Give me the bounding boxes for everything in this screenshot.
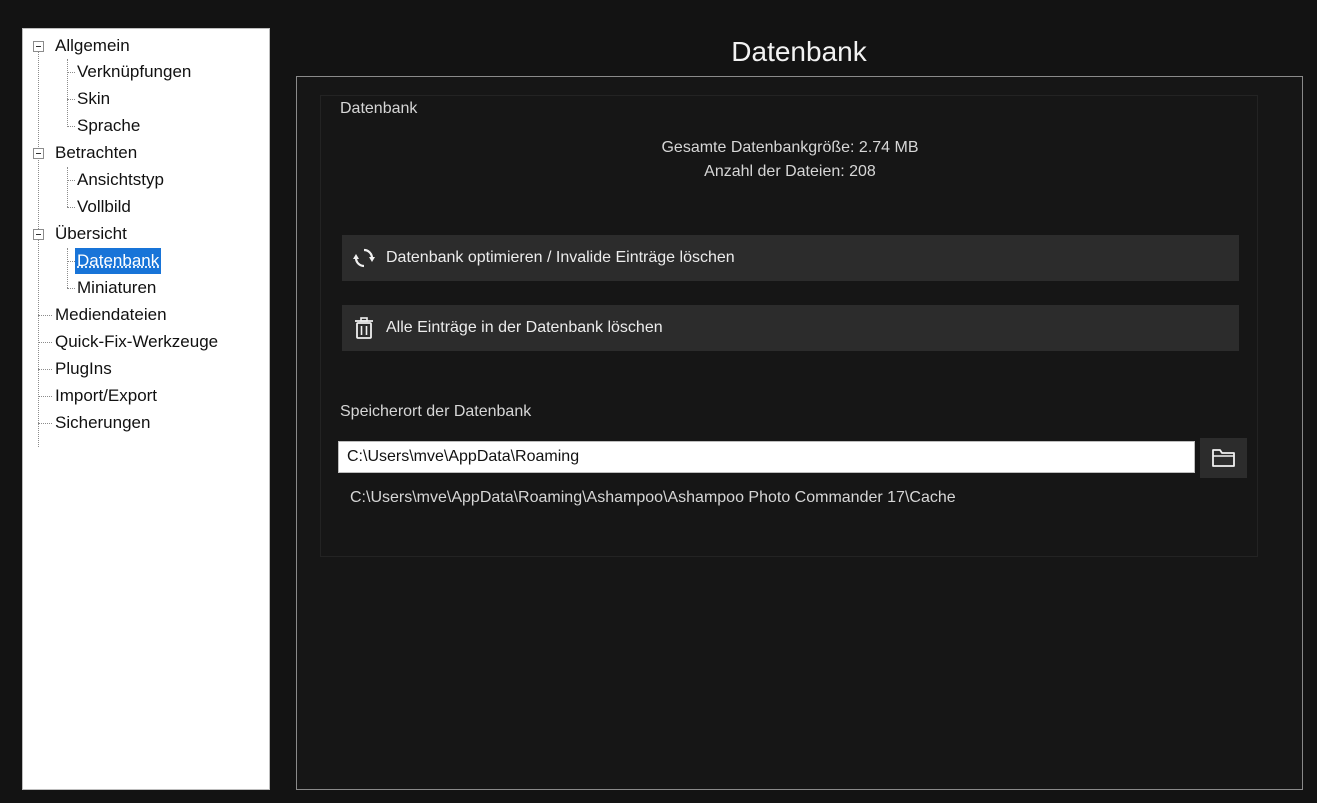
browse-folder-button[interactable]	[1200, 438, 1247, 478]
tree-item-plugins[interactable]: PlugIns	[23, 356, 269, 382]
tree-guide-line	[67, 261, 75, 262]
tree-guide-line	[67, 126, 75, 127]
tree-item-betrachten[interactable]: Betrachten	[23, 140, 269, 166]
tree-item-sicherungen[interactable]: Sicherungen	[23, 410, 269, 436]
tree-item-label: Übersicht	[55, 224, 127, 243]
page-title: Datenbank	[731, 36, 867, 67]
delete-all-entries-label: Alle Einträge in der Datenbank löschen	[386, 319, 663, 336]
tree-item-allgemein[interactable]: Allgemein	[23, 33, 269, 59]
file-count-text: Anzahl der Dateien: 208	[704, 163, 876, 180]
tree-guide-line	[38, 342, 52, 343]
tree-item-label: Miniaturen	[77, 278, 157, 297]
full-database-path: C:\Users\mve\AppData\Roaming\Ashampoo\As…	[350, 489, 956, 506]
tree-guide-line	[67, 180, 75, 181]
settings-window: Allgemein Verknüpfungen Skin Sprache Bet…	[0, 0, 1317, 803]
tree-item-label: Vollbild	[77, 197, 131, 216]
folder-icon	[1212, 449, 1235, 467]
tree-item-quick-fix[interactable]: Quick-Fix-Werkzeuge	[23, 329, 269, 355]
trash-icon	[355, 317, 373, 339]
tree-item-skin[interactable]: Skin	[23, 86, 269, 112]
tree-item-verknuepfungen[interactable]: Verknüpfungen	[23, 59, 269, 85]
database-location-input[interactable]	[338, 441, 1195, 473]
optimize-database-button[interactable]: Datenbank optimieren / Invalide Einträge…	[342, 235, 1239, 281]
tree-item-label: Mediendateien	[55, 305, 167, 324]
tree-item-label: Ansichtstyp	[77, 170, 164, 189]
tree-item-datenbank[interactable]: Datenbank	[23, 248, 269, 274]
tree-item-vollbild[interactable]: Vollbild	[23, 194, 269, 220]
collapse-icon[interactable]	[33, 229, 44, 240]
tree-guide-line	[67, 72, 75, 73]
tree-guide-line	[67, 99, 75, 100]
collapse-icon[interactable]	[33, 148, 44, 159]
collapse-icon[interactable]	[33, 41, 44, 52]
group-title: Datenbank	[340, 100, 418, 117]
delete-all-entries-button[interactable]: Alle Einträge in der Datenbank löschen	[342, 305, 1239, 351]
tree-guide-line	[67, 207, 75, 208]
tree-guide-line	[38, 396, 52, 397]
tree-item-label: Skin	[77, 89, 111, 108]
location-label: Speicherort der Datenbank	[340, 403, 532, 420]
tree-item-uebersicht[interactable]: Übersicht	[23, 221, 269, 247]
tree-item-import-export[interactable]: Import/Export	[23, 383, 269, 409]
tree-item-label-selected: Datenbank	[75, 248, 162, 274]
tree-item-label: Betrachten	[55, 143, 138, 162]
tree-item-ansichtstyp[interactable]: Ansichtstyp	[23, 167, 269, 193]
tree-item-miniaturen[interactable]: Miniaturen	[23, 275, 269, 301]
total-size-text: Gesamte Datenbankgröße: 2.74 MB	[661, 139, 919, 156]
tree-guide-line	[67, 288, 75, 289]
tree-guide-line	[38, 315, 52, 316]
refresh-icon	[353, 248, 375, 268]
tree-item-label: Quick-Fix-Werkzeuge	[55, 332, 219, 351]
tree-item-mediendateien[interactable]: Mediendateien	[23, 302, 269, 328]
optimize-database-label: Datenbank optimieren / Invalide Einträge…	[386, 249, 735, 266]
settings-tree[interactable]: Allgemein Verknüpfungen Skin Sprache Bet…	[22, 28, 270, 790]
tree-item-label: PlugIns	[55, 359, 112, 378]
tree-item-label: Verknüpfungen	[77, 62, 192, 81]
tree-item-label: Sprache	[77, 116, 141, 135]
tree-item-label: Sicherungen	[55, 413, 151, 432]
tree-item-sprache[interactable]: Sprache	[23, 113, 269, 139]
tree-item-label: Allgemein	[55, 36, 130, 55]
tree-guide-line	[38, 369, 52, 370]
tree-guide-line	[38, 423, 52, 424]
tree-item-label: Import/Export	[55, 386, 158, 405]
